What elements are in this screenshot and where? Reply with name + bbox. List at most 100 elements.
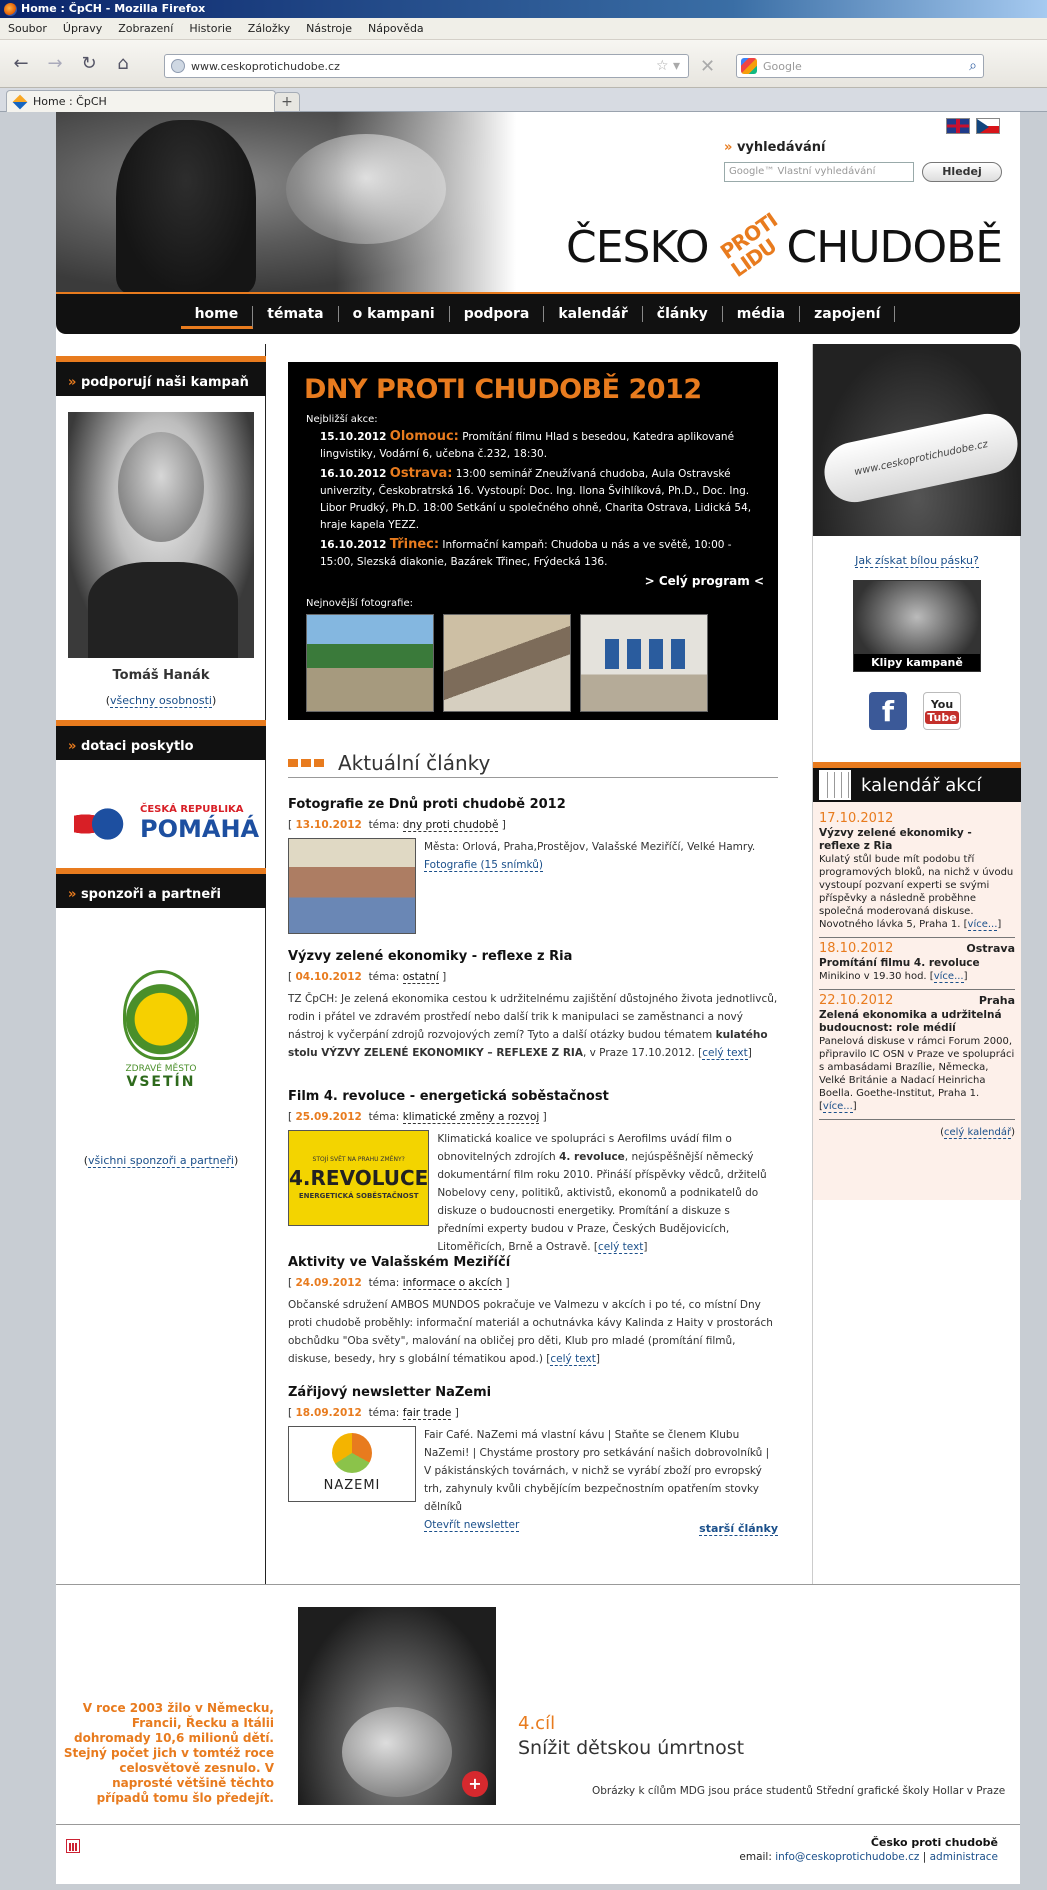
bracelet-image[interactable]: www.ceskoprotichudobe.cz [813,344,1021,536]
calendar-event-text: Kulatý stůl bude mít podobu tří programo… [819,854,1014,931]
tab-home[interactable]: Home : ČpCH [6,90,276,112]
photo-thumbnail[interactable] [306,614,434,712]
admin-link[interactable]: administrace [930,1851,998,1863]
bookmark-star-icon[interactable]: ☆ ▾ [656,58,680,74]
article-link[interactable]: Fotografie (15 snímků) [424,859,544,872]
back-icon[interactable]: ← [8,51,34,77]
all-people-link[interactable]: všechny osobnosti [110,694,212,708]
banner-title: DNY PROTI CHUDOBĚ 2012 [304,374,702,405]
cr-logo-line1: ČESKÁ REPUBLIKA [140,804,244,815]
calendar-event-title[interactable]: Výzvy zelené ekonomiky - reflexe z Ria [819,827,1015,853]
calendar-more-link[interactable]: více... [967,919,998,931]
content-area: » podporují naši kampaň Tomáš Hanák (vše… [56,344,1021,1584]
poster-line2: 4.REVOLUCE [289,1166,429,1190]
nav-zapojeni[interactable]: zapojení [800,306,896,322]
cr-logo-line2: POMÁHÁ [140,815,260,843]
article-topic-link[interactable]: fair trade [402,1407,452,1420]
page-footer: Česko proti chudobě email: info@ceskopro… [56,1824,1020,1884]
how-to-get-band-link[interactable]: Jak získat bílou pásku? [855,554,979,568]
full-calendar-link[interactable]: celý kalendář [943,1127,1012,1139]
video-caption: Klipy kampaně [854,654,980,671]
nav-temata[interactable]: témata [253,306,339,322]
home-icon[interactable]: ⌂ [110,51,136,77]
nav-home[interactable]: home [180,306,254,329]
new-tab-button[interactable]: + [274,92,300,112]
article-item: Zářijový newsletter NaZemi [ 18.09.2012 … [288,1384,778,1534]
article-link[interactable]: celý text [550,1353,596,1366]
article-image[interactable]: NAZEMI [288,1426,416,1502]
youtube-icon[interactable]: You Tube [923,692,961,730]
stop-icon[interactable]: ✕ [700,56,715,77]
menu-soubor[interactable]: Soubor [0,22,55,35]
full-program-link[interactable]: > Celý program < [645,574,764,588]
nav-podpora[interactable]: podpora [450,306,545,322]
article-text-part: Občanské sdružení AMBOS MUNDOS pokračuje… [288,1299,773,1365]
search-icon[interactable]: ⌕ [969,58,977,74]
facebook-icon[interactable]: f [869,692,907,730]
forward-icon[interactable]: → [42,51,68,77]
url-bar[interactable]: www.ceskoprotichudobe.cz ☆ ▾ [164,54,689,78]
article-title[interactable]: Fotografie ze Dnů proti chudobě 2012 [288,796,778,814]
email-link[interactable]: info@ceskoprotichudobe.cz [775,1851,919,1863]
article-text: Fair Café. NaZemi má vlastní kávu | Staň… [424,1429,770,1513]
photo-thumbnail[interactable] [580,614,708,712]
browser-search-bar[interactable]: Google ⌕ [736,54,984,78]
calendar-event-title[interactable]: Promítání filmu 4. revoluce [819,957,1015,970]
menu-nastroje[interactable]: Nástroje [298,22,360,35]
article-image[interactable]: STOJÍ SVĚT NA PRAHU ZMĚNY? 4.REVOLUCE EN… [288,1130,430,1226]
all-sponsors-link-wrap: (všichni sponzoři a partneři) [56,1154,266,1168]
article-link[interactable]: celý text [597,1241,644,1254]
google-icon[interactable] [741,58,757,74]
nav-kalendar[interactable]: kalendář [544,306,643,322]
site-search-button[interactable]: Hledej [922,162,1002,182]
article-title[interactable]: Aktivity ve Valašském Meziříčí [288,1254,778,1272]
site-search-input[interactable]: Google™ Vlastní vyhledávání [724,162,914,182]
menu-zobrazeni[interactable]: Zobrazení [110,22,181,35]
article-topic-link[interactable]: dny proti chudobě [402,819,499,832]
menu-historie[interactable]: Historie [181,22,239,35]
photo-thumbnail[interactable] [443,614,571,712]
banner-event: 15.10.2012 Olomouc: Promítání filmu Hlad… [320,428,766,463]
tab-strip: Home : ČpCH + [0,88,1047,112]
main-menu: home témata o kampani podpora kalendář č… [56,294,1020,334]
vsetin-logo[interactable]: ZDRAVÉ MĚSTO VSETÍN [116,970,206,1090]
article-link[interactable]: celý text [702,1047,748,1060]
article-image[interactable] [288,838,416,934]
event-city: Olomouc: [389,429,459,444]
nav-clanky[interactable]: články [643,306,723,322]
calendar-event: 18.10.2012 Ostrava Promítání filmu 4. rev… [819,938,1015,990]
nav-o-kampani[interactable]: o kampani [339,306,450,322]
article-text-part: TZ ČpCH: Je zelená ekonomika cestou k ud… [288,993,778,1041]
czech-flag-icon[interactable] [976,118,1000,134]
site-identity-icon[interactable] [171,59,185,73]
nav-media[interactable]: média [723,306,801,322]
article-item: Aktivity ve Valašském Meziříčí [ 24.09.2… [288,1254,778,1368]
older-articles-link[interactable]: starší články [699,1522,778,1536]
article-topic-link[interactable]: ostatní [402,971,439,984]
calendar-event-date: 22.10.2012 [819,993,894,1008]
site-logo[interactable]: ČESKO PROTI LIDU CHUDOBĚ [566,208,1003,284]
celebrity-name: Tomáš Hanák [112,668,210,683]
reload-icon[interactable]: ↻ [76,51,102,77]
menu-upravy[interactable]: Úpravy [55,22,110,35]
menu-napoveda[interactable]: Nápověda [360,22,432,35]
menu-zalozky[interactable]: Záložky [240,22,298,35]
stats-icon[interactable] [66,1839,80,1853]
firefox-icon [4,2,17,16]
english-flag-icon[interactable] [946,118,970,134]
article-topic-link[interactable]: klimatické změny a rozvoj [402,1111,540,1124]
article-topic-link[interactable]: informace o akcích [402,1277,503,1290]
calendar-more-link[interactable]: více... [933,971,964,983]
calendar-more-link[interactable]: více... [822,1101,853,1113]
article-body: NAZEMI Fair Café. NaZemi má vlastní kávu… [288,1426,778,1534]
article-title[interactable]: Výzvy zelené ekonomiky - reflexe z Ria [288,948,778,966]
celebrity-photo[interactable] [68,412,254,658]
article-title[interactable]: Zářijový newsletter NaZemi [288,1384,778,1402]
all-sponsors-link[interactable]: všichni sponzoři a partneři [88,1154,234,1168]
mdg-image: + [298,1607,496,1805]
article-link[interactable]: Otevřít newsletter [424,1519,520,1532]
article-title[interactable]: Film 4. revoluce - energetická soběstačn… [288,1088,778,1106]
campaign-clips-video[interactable]: Klipy kampaně [853,580,981,672]
czech-republic-helps-logo[interactable]: ČESKÁ REPUBLIKA POMÁHÁ [74,804,259,843]
calendar-event-title[interactable]: Zelená ekonomika a udržitelná budoucnost… [819,1009,1015,1035]
